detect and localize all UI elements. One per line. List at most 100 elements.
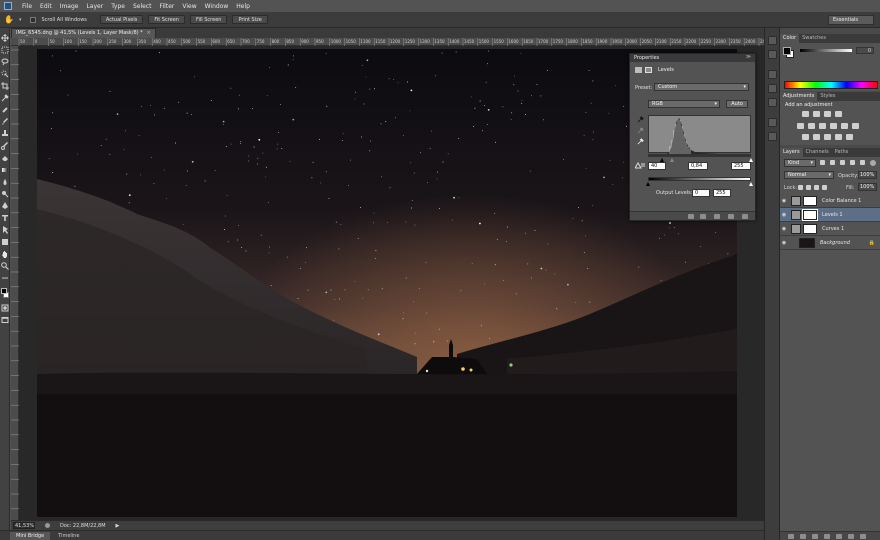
quick-selection-tool-icon[interactable]: [1, 70, 9, 78]
menu-edit[interactable]: Edit: [36, 3, 56, 10]
delete-layer-icon[interactable]: [860, 534, 866, 539]
black-point-eyedropper-icon[interactable]: [637, 116, 644, 123]
tab-paths[interactable]: Paths: [832, 148, 852, 157]
output-white-slider-handle[interactable]: [749, 182, 753, 186]
history-panel-icon[interactable]: [768, 36, 777, 45]
crop-tool-icon[interactable]: [1, 82, 9, 90]
input-white-field[interactable]: 255: [731, 162, 751, 170]
quick-mask-icon[interactable]: [1, 304, 9, 312]
menu-filter[interactable]: Filter: [156, 3, 179, 10]
visibility-eye-icon[interactable]: ◉: [780, 212, 788, 218]
lock-image-icon[interactable]: [806, 185, 811, 190]
new-adjustment-layer-icon[interactable]: [824, 534, 830, 539]
layer-mask-icon[interactable]: [645, 67, 652, 73]
healing-brush-tool-icon[interactable]: [1, 106, 9, 114]
gradient-tool-icon[interactable]: [1, 166, 9, 174]
tab-mini-bridge[interactable]: Mini Bridge: [10, 532, 51, 540]
document-tab[interactable]: IMG_6545.dng @ 41,5% (Levels 1, Layer Ma…: [11, 28, 156, 38]
properties-collapse-icon[interactable]: ≫: [746, 54, 751, 60]
layer-mask-thumbnail[interactable]: [802, 208, 818, 221]
visibility-eye-icon[interactable]: [728, 214, 734, 219]
filter-shape-icon[interactable]: [850, 160, 855, 165]
fill-field[interactable]: 100%: [858, 183, 877, 191]
reset-icon[interactable]: [714, 214, 720, 219]
info-panel-icon[interactable]: [768, 70, 777, 79]
lasso-tool-icon[interactable]: [1, 58, 9, 66]
filter-adjustment-icon[interactable]: [830, 160, 835, 165]
opacity-field[interactable]: 100%: [858, 171, 877, 179]
lock-all-icon[interactable]: [822, 185, 827, 190]
screen-mode-icon[interactable]: [1, 316, 9, 324]
lock-transparent-icon[interactable]: [798, 185, 803, 190]
gradient-map-icon[interactable]: [835, 134, 842, 140]
layer-row-levels[interactable]: ◉ Levels 1: [780, 208, 880, 222]
layer-row-background[interactable]: ◉ Background 🔒: [780, 236, 880, 250]
tab-color[interactable]: Color: [780, 34, 800, 43]
brightness-contrast-icon[interactable]: [802, 111, 809, 117]
paragraph-panel-icon[interactable]: [768, 132, 777, 141]
visibility-eye-icon[interactable]: ◉: [780, 226, 788, 232]
menu-help[interactable]: Help: [232, 3, 254, 10]
preset-select[interactable]: Custom ▾: [654, 83, 749, 91]
filter-toggle-icon[interactable]: [870, 160, 876, 166]
color-panel-foreground-swatch[interactable]: [783, 47, 791, 55]
move-tool-icon[interactable]: [1, 34, 9, 42]
menu-file[interactable]: File: [18, 3, 36, 10]
layer-mask-thumbnail[interactable]: [803, 223, 817, 234]
brush-tool-icon[interactable]: [1, 118, 9, 126]
blur-tool-icon[interactable]: [1, 178, 9, 186]
layer-mask-thumbnail[interactable]: [803, 195, 817, 206]
brush-panel-icon[interactable]: [768, 84, 777, 93]
fit-screen-button[interactable]: Fit Screen: [148, 15, 185, 24]
view-previous-state-icon[interactable]: [700, 214, 706, 219]
visibility-eye-icon[interactable]: ◉: [780, 198, 788, 204]
layer-row-curves[interactable]: ◉ Curves 1: [780, 222, 880, 236]
output-white-field[interactable]: 255: [713, 189, 731, 197]
layer-filter-kind-select[interactable]: Kind ▾: [784, 159, 816, 167]
shape-tool-icon[interactable]: [1, 238, 9, 246]
tool-preset-chevron-icon[interactable]: ▾: [19, 17, 22, 23]
marquee-tool-icon[interactable]: [1, 46, 9, 54]
new-layer-icon[interactable]: [848, 534, 854, 539]
foreground-color-swatch[interactable]: [1, 288, 7, 294]
type-tool-icon[interactable]: [1, 214, 9, 222]
visibility-eye-icon[interactable]: ◉: [780, 240, 788, 246]
properties-panel-header[interactable]: Properties: [630, 54, 755, 62]
menu-type[interactable]: Type: [107, 3, 129, 10]
filter-pixel-icon[interactable]: [820, 160, 825, 165]
auto-button[interactable]: Auto: [726, 100, 748, 108]
zoom-tool-icon[interactable]: [1, 262, 9, 270]
menu-select[interactable]: Select: [129, 3, 156, 10]
black-white-icon[interactable]: [830, 123, 837, 129]
channel-select[interactable]: RGB ▾: [648, 100, 720, 108]
clone-stamp-tool-icon[interactable]: [1, 130, 9, 138]
input-gamma-slider-handle[interactable]: [670, 158, 674, 162]
clipping-warning-icon[interactable]: [635, 162, 645, 169]
filter-type-icon[interactable]: [840, 160, 845, 165]
blend-mode-select[interactable]: Normal ▾: [784, 171, 834, 179]
invert-icon[interactable]: [802, 134, 809, 140]
zoom-level-field[interactable]: 41,53%: [13, 522, 35, 529]
status-menu-arrow-icon[interactable]: ▶: [116, 523, 120, 529]
menu-window[interactable]: Window: [201, 3, 233, 10]
tab-swatches[interactable]: Swatches: [799, 34, 829, 43]
selective-color-icon[interactable]: [846, 134, 853, 140]
eraser-tool-icon[interactable]: [1, 154, 9, 162]
vibrance-icon[interactable]: [797, 123, 804, 129]
gray-point-eyedropper-icon[interactable]: [637, 127, 644, 134]
threshold-icon[interactable]: [824, 134, 831, 140]
input-black-field[interactable]: 40: [648, 162, 666, 170]
output-black-field[interactable]: 0: [692, 189, 710, 197]
tab-timeline[interactable]: Timeline: [52, 532, 85, 540]
print-size-button[interactable]: Print Size: [232, 15, 268, 24]
tab-styles[interactable]: Styles: [817, 92, 838, 101]
photo-filter-icon[interactable]: [841, 123, 848, 129]
fill-screen-button[interactable]: Fill Screen: [189, 15, 228, 24]
new-group-icon[interactable]: [836, 534, 842, 539]
menu-layer[interactable]: Layer: [82, 3, 107, 10]
properties-panel-icon[interactable]: [768, 50, 777, 59]
add-mask-icon[interactable]: [812, 534, 818, 539]
color-slider-r[interactable]: [800, 49, 852, 52]
link-layers-icon[interactable]: [788, 534, 794, 539]
levels-adjustment-icon[interactable]: [635, 67, 642, 73]
